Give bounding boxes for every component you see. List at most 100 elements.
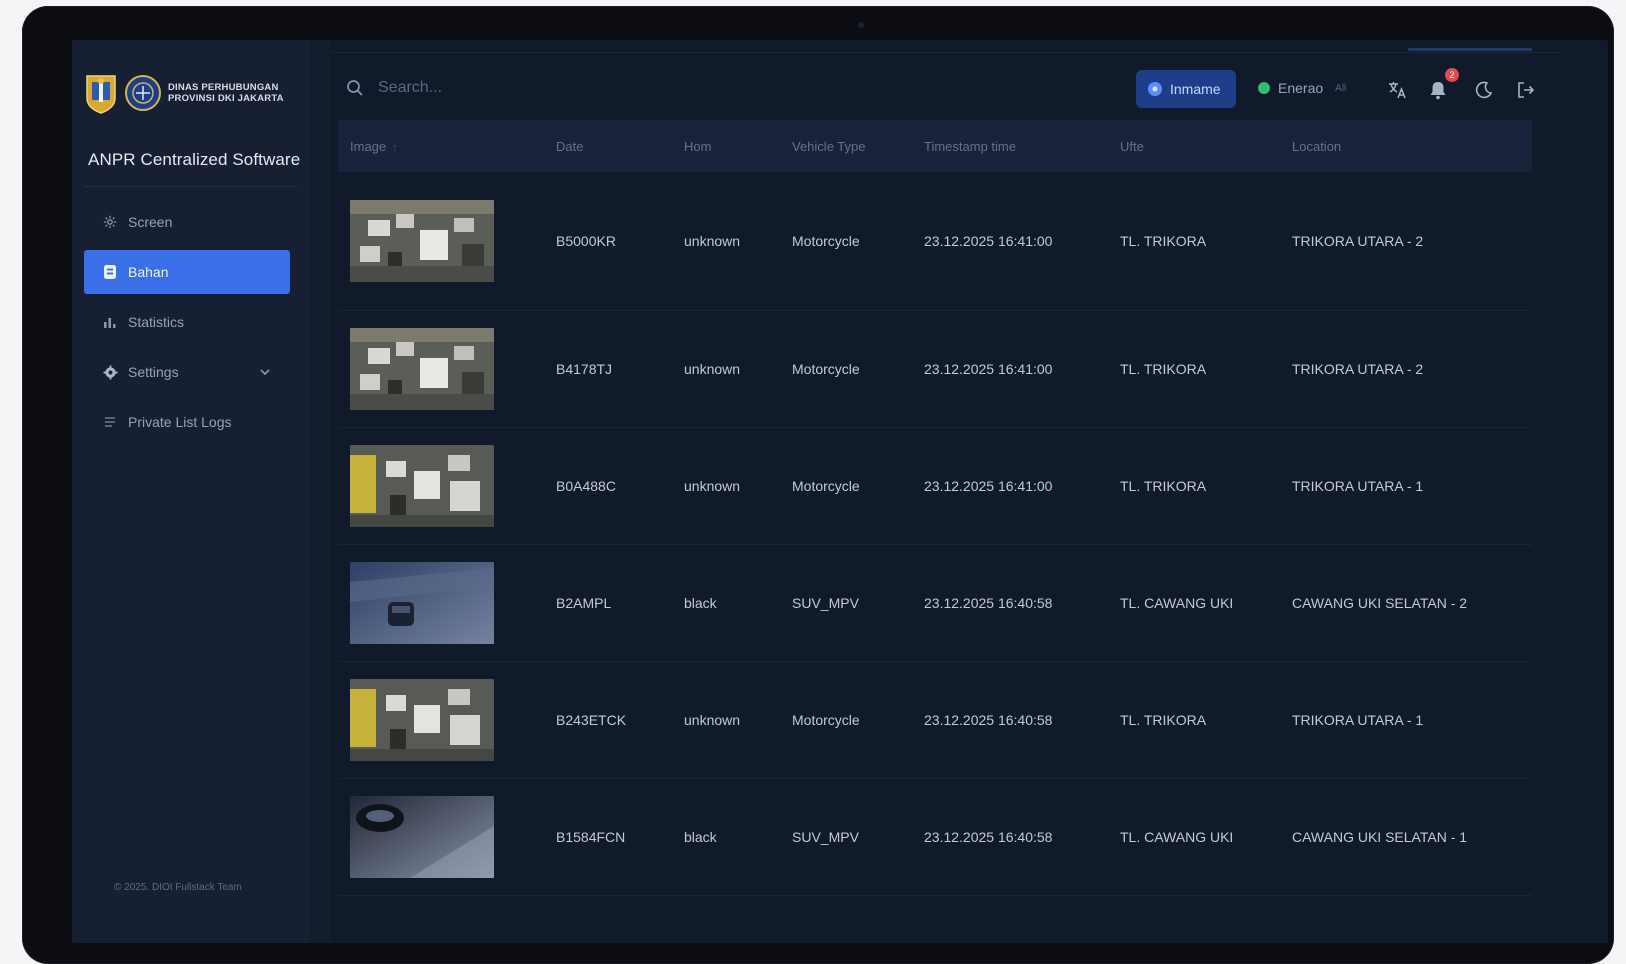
gear-icon <box>102 364 118 380</box>
sidebar-nav: Screen Bahan Statistics Settings Private… <box>84 200 290 450</box>
bell-icon[interactable] <box>1428 80 1448 100</box>
table-row[interactable]: B243ETCK unknown Motorcycle 23.12.2025 1… <box>338 662 1532 779</box>
online-dot-icon <box>1258 82 1270 94</box>
sidebar: DINAS PERHUBUNGAN PROVINSI DKI JAKARTA A… <box>72 40 311 943</box>
topbar-accent <box>1408 48 1532 51</box>
sidebar-item-statistics[interactable]: Statistics <box>84 300 290 344</box>
timestamp: 23.12.2025 16:40:58 <box>924 829 1053 845</box>
vehicle-type: Motorcycle <box>792 233 860 249</box>
sidebar-item-label: Private List Logs <box>128 414 232 430</box>
detections-table: Image ↑ Date Hom Vehicle Type Timestamp t… <box>338 120 1532 896</box>
vehicle-thumbnail[interactable] <box>350 796 494 878</box>
logout-icon[interactable] <box>1516 80 1536 100</box>
sidebar-item-screen[interactable]: Screen <box>84 200 290 244</box>
column-header-location[interactable]: Location <box>1292 139 1341 154</box>
plate-number: B4178TJ <box>556 361 613 377</box>
vehicle-type: Motorcycle <box>792 361 860 377</box>
location: TRIKORA UTARA - 1 <box>1292 712 1424 728</box>
plate-number: B2AMPL <box>556 595 612 611</box>
site-name: TL. CAWANG UKI <box>1120 595 1234 611</box>
divider <box>84 186 298 187</box>
status-extra: All <box>1335 82 1347 94</box>
moon-icon[interactable] <box>1474 80 1494 100</box>
sort-arrow-icon: ↑ <box>392 141 398 154</box>
plate-number: B243ETCK <box>556 712 627 728</box>
vehicle-thumbnail[interactable] <box>350 200 494 282</box>
vehicle-thumbnail[interactable] <box>350 562 494 644</box>
sidebar-item-private-list-logs[interactable]: Private List Logs <box>84 400 290 444</box>
plate-number: B1584FCN <box>556 829 626 845</box>
user-label: Inmame <box>1170 81 1221 97</box>
vehicle-color: black <box>684 829 717 845</box>
vehicle-color: unknown <box>684 233 741 249</box>
vehicle-thumbnail[interactable] <box>350 445 494 527</box>
webcam-dot <box>858 22 864 28</box>
column-header-timestamp[interactable]: Timestamp time <box>924 139 1016 154</box>
main-panel: Inmame Enerao All 2 <box>330 40 1608 943</box>
sidebar-item-label: Settings <box>128 364 179 380</box>
location: CAWANG UKI SELATAN - 1 <box>1292 829 1468 845</box>
logo-line-2: PROVINSI DKI JAKARTA <box>168 93 284 104</box>
column-header-ufte[interactable]: Ufte <box>1120 139 1144 154</box>
plate-number: B0A488C <box>556 478 616 494</box>
timestamp: 23.12.2025 16:41:00 <box>924 233 1053 249</box>
vehicle-thumbnail[interactable] <box>350 328 494 410</box>
column-header-image[interactable]: Image ↑ <box>350 139 398 154</box>
location: TRIKORA UTARA - 2 <box>1292 361 1424 377</box>
vehicle-thumbnail[interactable] <box>350 679 494 761</box>
vehicle-color: unknown <box>684 712 741 728</box>
plate-number: B5000KR <box>556 233 616 249</box>
search-bar <box>346 78 710 98</box>
timestamp: 23.12.2025 16:40:58 <box>924 712 1053 728</box>
vehicle-type: Motorcycle <box>792 478 860 494</box>
user-chip[interactable]: Inmame <box>1136 70 1236 108</box>
vehicle-color: unknown <box>684 361 741 377</box>
document-icon <box>102 264 118 280</box>
logo-line-1: DINAS PERHUBUNGAN <box>168 82 279 93</box>
sidebar-item-settings[interactable]: Settings <box>84 350 290 394</box>
table-row[interactable]: B0A488C unknown Motorcycle 23.12.2025 16… <box>338 428 1532 545</box>
sidebar-item-label: Screen <box>128 214 173 230</box>
site-name: TL. TRIKORA <box>1120 361 1207 377</box>
location: CAWANG UKI SELATAN - 2 <box>1292 595 1468 611</box>
search-icon <box>347 80 363 96</box>
column-header-vehicle-type[interactable]: Vehicle Type <box>792 139 865 154</box>
site-name: TL. TRIKORA <box>1120 478 1207 494</box>
table-header: Image ↑ Date Hom Vehicle Type Timestamp t… <box>338 120 1532 172</box>
vehicle-type: SUV_MPV <box>792 829 859 845</box>
site-name: TL. TRIKORA <box>1120 712 1207 728</box>
notification-badge: 2 <box>1445 68 1459 82</box>
chevron-down-icon[interactable] <box>258 365 272 379</box>
bar-chart-icon <box>102 314 118 330</box>
app-title: ANPR Centralized Software <box>88 150 301 169</box>
table-row[interactable]: B1584FCN black SUV_MPV 23.12.2025 16:40:… <box>338 779 1532 896</box>
user-icon <box>1148 82 1162 96</box>
app-window: DINAS PERHUBUNGAN PROVINSI DKI JAKARTA A… <box>72 40 1608 943</box>
grid-icon <box>102 214 118 230</box>
column-header-hom[interactable]: Hom <box>684 139 711 154</box>
brand-logo[interactable]: DINAS PERHUBUNGAN PROVINSI DKI JAKARTA <box>84 72 284 114</box>
list-icon <box>102 414 118 430</box>
sidebar-item-label: Statistics <box>128 314 185 330</box>
topbar-divider <box>330 52 1560 53</box>
translate-icon[interactable] <box>1387 80 1407 100</box>
column-header-date[interactable]: Date <box>556 139 583 154</box>
table-row[interactable]: B4178TJ unknown Motorcycle 23.12.2025 16… <box>338 311 1532 428</box>
vehicle-color: unknown <box>684 478 741 494</box>
status-indicator[interactable]: Enerao All <box>1258 80 1346 96</box>
search-input[interactable] <box>376 78 710 98</box>
location: TRIKORA UTARA - 2 <box>1292 233 1424 249</box>
site-name: TL. CAWANG UKI <box>1120 829 1234 845</box>
sidebar-item-bahan[interactable]: Bahan <box>84 250 290 294</box>
monitor-frame: DINAS PERHUBUNGAN PROVINSI DKI JAKARTA A… <box>22 6 1614 964</box>
vehicle-type: SUV_MPV <box>792 595 859 611</box>
table-row[interactable]: B2AMPL black SUV_MPV 23.12.2025 16:40:58… <box>338 545 1532 662</box>
timestamp: 23.12.2025 16:40:58 <box>924 595 1053 611</box>
vehicle-type: Motorcycle <box>792 712 860 728</box>
site-name: TL. TRIKORA <box>1120 233 1207 249</box>
table-body: B5000KR unknown Motorcycle 23.12.2025 16… <box>338 172 1532 896</box>
timestamp: 23.12.2025 16:41:00 <box>924 478 1053 494</box>
table-row[interactable]: B5000KR unknown Motorcycle 23.12.2025 16… <box>338 172 1532 311</box>
location: TRIKORA UTARA - 1 <box>1292 478 1424 494</box>
seal-logo-icon <box>125 75 161 111</box>
